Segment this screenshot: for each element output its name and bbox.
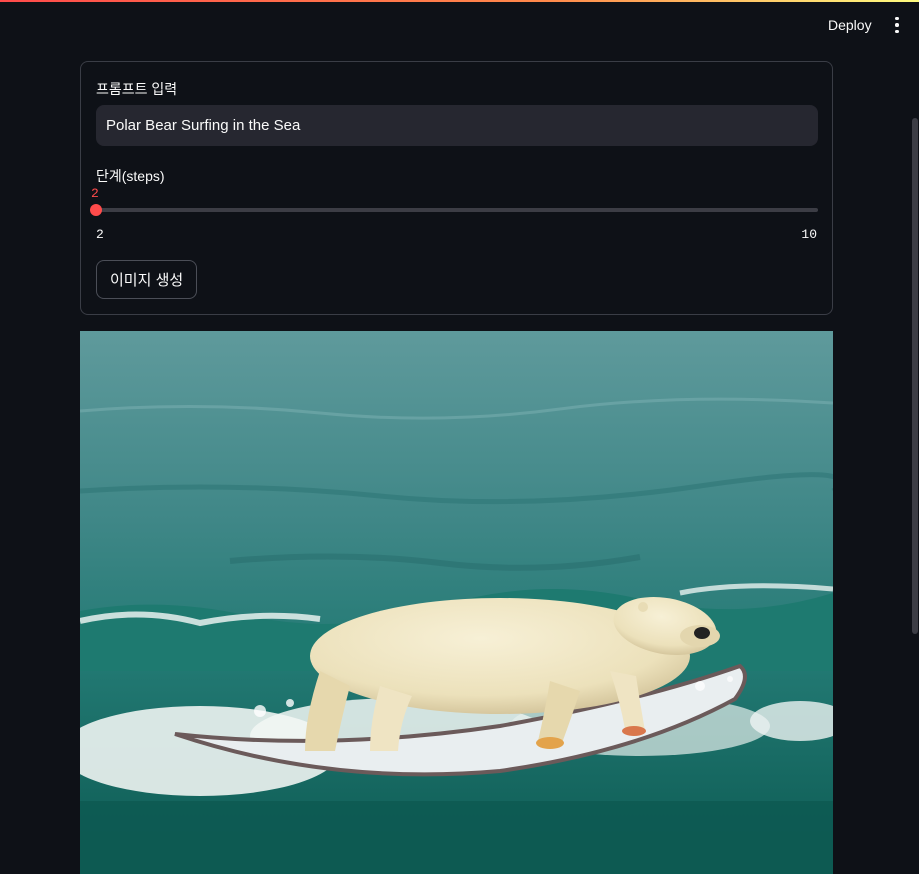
steps-slider-thumb[interactable] [90,204,102,216]
polar-bear-surfing-image [80,331,833,874]
vertical-ellipsis-icon[interactable] [884,12,910,38]
deploy-button[interactable]: Deploy [818,12,882,38]
generated-image [80,331,833,874]
steps-slider-value: 2 [91,186,99,201]
generation-form: 프롬프트 입력 단계(steps) 2 2 10 이미지 생성 [80,61,833,315]
steps-slider-track[interactable] [96,208,818,212]
steps-slider-max: 10 [801,227,817,242]
app-header: Deploy [0,2,919,46]
prompt-input[interactable] [96,105,818,146]
generate-image-button[interactable]: 이미지 생성 [96,260,198,299]
steps-slider-min: 2 [96,227,104,242]
steps-label: 단계(steps) [96,168,165,184]
scrollbar-thumb[interactable] [912,118,918,634]
prompt-label: 프롬프트 입력 [96,81,178,97]
